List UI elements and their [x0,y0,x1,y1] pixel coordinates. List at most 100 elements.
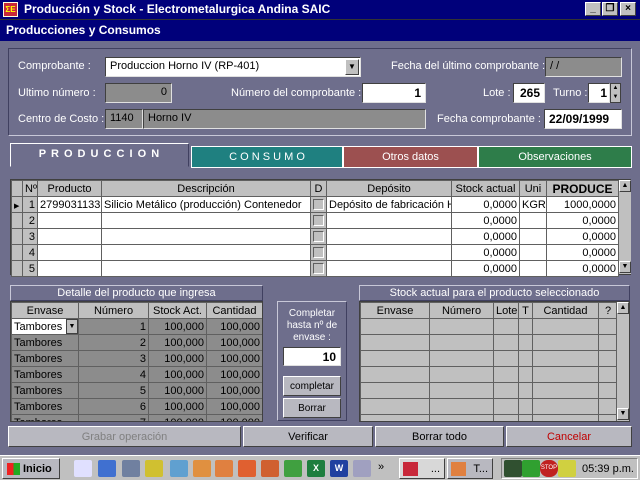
task-button-2[interactable]: T... [447,458,493,479]
d-cell[interactable] [310,228,327,245]
cantidad-cell[interactable]: 100,000 [206,414,262,421]
row-number[interactable]: 4 [22,244,38,261]
uni-cell[interactable] [519,228,547,245]
empty-cell[interactable] [493,318,519,335]
row-indicator[interactable]: ▶ [11,196,23,213]
grid-scrollbar[interactable]: ▲ ▼ [618,180,631,274]
browser-icon[interactable] [74,460,92,477]
borrar-button[interactable]: Borrar [283,398,341,418]
table-row[interactable]: 4 0,0000 0,0000 [11,244,619,261]
producto-cell[interactable] [37,244,102,261]
produce-cell[interactable]: 1000,0000 [546,196,619,213]
table-row[interactable] [360,398,618,415]
row-number[interactable]: 3 [22,228,38,245]
produce-cell[interactable]: 0,0000 [546,228,619,245]
restore-button[interactable]: ❐ [602,2,618,16]
checkbox[interactable] [313,199,324,211]
descripcion-cell[interactable] [101,212,311,229]
numero-cell[interactable]: 2 [78,334,149,351]
network-icon[interactable] [122,460,140,477]
empty-cell[interactable] [429,350,494,367]
row-number[interactable]: 2 [22,212,38,229]
row-indicator[interactable] [11,244,23,261]
envase-cell[interactable]: Tambores [11,398,79,415]
scroll-down-icon[interactable]: ▼ [619,261,631,273]
empty-cell[interactable] [532,350,599,367]
empty-cell[interactable] [493,350,519,367]
table-row[interactable]: Tambores 2 100,000 100,000 [11,334,262,351]
numero-cell[interactable]: 7 [78,414,149,421]
empty-cell[interactable] [518,382,533,399]
producto-cell[interactable] [37,228,102,245]
empty-cell[interactable] [429,414,494,421]
table-row[interactable] [360,350,618,367]
empty-cell[interactable] [518,398,533,415]
start-button[interactable]: Inicio [2,458,60,479]
table-row[interactable]: Tambores7100,000100,000 [11,414,262,421]
app-icon[interactable] [193,460,211,477]
descripcion-cell[interactable] [101,228,311,245]
empty-cell[interactable] [493,382,519,399]
scroll-up-icon[interactable]: ▲ [617,302,629,314]
producto-cell[interactable]: 2799031133 [37,196,102,213]
chevrons-icon[interactable]: » [378,461,384,473]
numero-cell[interactable]: 5 [78,382,149,399]
table-row[interactable]: Tambores 3 100,000 100,000 [11,350,262,367]
checkbox[interactable] [313,247,324,259]
empty-cell[interactable] [360,366,430,383]
table-row[interactable]: 3 0,0000 0,0000 [11,228,619,245]
envase-cell[interactable]: Tambores ▼ [11,318,79,335]
envase-cell[interactable]: Tambores [11,366,79,383]
scroll-up-icon[interactable]: ▲ [619,180,631,192]
empty-cell[interactable] [518,318,533,335]
row-number[interactable]: 5 [22,260,38,277]
empty-cell[interactable] [532,366,599,383]
envase-cell[interactable]: Tambores [11,382,79,399]
empty-cell[interactable] [360,414,430,421]
empty-cell[interactable] [493,398,519,415]
produce-cell[interactable]: 0,0000 [546,244,619,261]
empty-cell[interactable] [598,334,618,351]
envase-cell[interactable]: Tambores [11,414,79,421]
empty-cell[interactable] [598,318,618,335]
empty-cell[interactable] [532,382,599,399]
cantidad-cell[interactable]: 100,000 [206,318,262,335]
row-indicator[interactable] [11,212,23,229]
chevron-down-icon[interactable]: ▼ [66,319,78,334]
empty-cell[interactable] [429,382,494,399]
tray-icon[interactable] [558,460,576,477]
stock-cell[interactable]: 0,0000 [451,244,520,261]
cancelar-button[interactable]: Cancelar [506,426,632,447]
stock-cell[interactable]: 0,0000 [451,212,520,229]
deposito-cell[interactable] [326,244,452,261]
task-button-1[interactable]: ... [399,458,445,479]
envase-cell[interactable]: Tambores [11,334,79,351]
uni-cell[interactable] [519,212,547,229]
empty-cell[interactable] [598,382,618,399]
empty-cell[interactable] [493,414,519,421]
d-cell[interactable] [310,260,327,277]
empty-cell[interactable] [429,366,494,383]
cantidad-cell[interactable]: 100,000 [206,398,262,415]
stock-scrollbar[interactable]: ▲ ▼ [616,302,629,421]
stock-cell[interactable]: 100,000 [148,382,207,399]
app-icon[interactable] [261,460,279,477]
turno-spinner[interactable]: ▲ ▼ [610,83,621,103]
tab-produccion[interactable]: P R O D U C C I O N [10,143,189,167]
numero-cell[interactable]: 6 [78,398,149,415]
checkbox[interactable] [313,263,324,275]
table-row[interactable] [360,318,618,335]
grabar-button[interactable]: Grabar operación [8,426,241,447]
deposito-cell[interactable] [326,212,452,229]
empty-cell[interactable] [532,398,599,415]
numero-cell[interactable]: 1 [78,318,149,335]
empty-cell[interactable] [360,398,430,415]
cantidad-cell[interactable]: 100,000 [206,350,262,367]
app-icon[interactable] [353,460,371,477]
empty-cell[interactable] [598,366,618,383]
cantidad-cell[interactable]: 100,000 [206,334,262,351]
excel-icon[interactable]: X [307,460,325,477]
verificar-button[interactable]: Verificar [243,426,373,447]
fecha-comprobante-field[interactable]: 22/09/1999 [544,109,622,129]
descripcion-cell[interactable] [101,244,311,261]
